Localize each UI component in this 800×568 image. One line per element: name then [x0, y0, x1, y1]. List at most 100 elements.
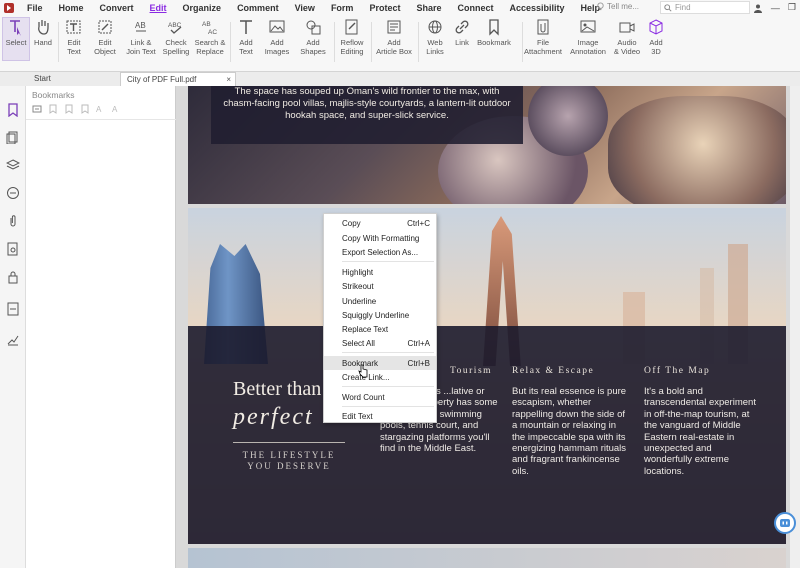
reflow-editing-button[interactable]: Reflow Editing [336, 18, 368, 56]
bookmarks-panel: Bookmarks A A [26, 86, 176, 568]
vertical-scrollbar[interactable] [790, 86, 800, 568]
bookmark-icon [489, 19, 499, 36]
edit-object-label-2: Object [94, 47, 116, 56]
context-item-replace-text[interactable]: Replace Text [324, 322, 436, 336]
edit-object-icon [98, 20, 112, 34]
image-annotation-button[interactable]: Image Annotation [566, 18, 610, 56]
web-links-button[interactable]: Web Links [420, 18, 450, 56]
close-icon[interactable]: × [226, 75, 231, 84]
link-join-text-button[interactable]: AB Link & Join Text [123, 18, 159, 56]
search-replace-button[interactable]: AB AC Search & Replace [193, 18, 227, 56]
edit-text-button[interactable]: Edit Text [60, 18, 88, 56]
context-item-copy-with-formatting[interactable]: Copy With Formatting [324, 231, 436, 245]
user-account-icon[interactable] [753, 3, 763, 13]
context-menu-separator [342, 406, 434, 407]
audio-video-button[interactable]: Audio & Video [612, 18, 642, 56]
context-item-squiggly-underline[interactable]: Squiggly Underline [324, 308, 436, 322]
comments-panel-icon[interactable] [6, 186, 20, 200]
menu-convert[interactable]: Convert [92, 3, 142, 13]
layers-panel-icon[interactable] [6, 158, 20, 172]
add-text-button[interactable]: Add Text [232, 18, 260, 56]
edit-object-label-1: Edit [98, 38, 112, 47]
svg-text:AB: AB [135, 21, 146, 30]
page-2-subtitle[interactable]: THE LIFESTYLE YOU DESERVE [233, 450, 345, 472]
menu-accessibility[interactable]: Accessibility [501, 3, 572, 13]
bookmark-options-icon[interactable] [32, 104, 42, 114]
bookmarks-panel-icon[interactable] [6, 103, 20, 117]
page-1-text-box: The space has souped up Oman's wild fron… [211, 86, 523, 144]
page-image-shape [528, 86, 608, 156]
page-1-paragraph[interactable]: The space has souped up Oman's wild fron… [211, 86, 523, 122]
expand-bookmark-icon[interactable]: A [96, 104, 106, 114]
context-item-word-count[interactable]: Word Count [324, 390, 436, 404]
audio-video-label-1: Audio [617, 38, 637, 47]
link-join-text-icon: AB [135, 21, 146, 32]
page-2-headline[interactable]: Better than [233, 378, 321, 401]
article-box-label-1: Add [387, 38, 401, 47]
menu-file[interactable]: File [19, 3, 51, 13]
menu-home[interactable]: Home [51, 3, 92, 13]
add-child-bookmark-icon[interactable] [64, 104, 74, 114]
menu-form[interactable]: Form [323, 3, 362, 13]
form-fields-icon[interactable] [6, 302, 20, 316]
edit-text-label-1: Edit [67, 38, 81, 47]
column-body[interactable]: But its real essence is pure escapism, w… [512, 386, 630, 477]
bookmark-button[interactable]: Bookmark [475, 18, 513, 47]
search-panel-icon[interactable] [6, 242, 20, 256]
column-heading[interactable]: Relax & Escape [512, 366, 630, 378]
svg-text:AB: AB [202, 21, 211, 28]
minimize-icon[interactable]: — [771, 3, 780, 13]
pages-panel-icon[interactable] [6, 130, 20, 144]
add-article-box-button[interactable]: Add Article Box [373, 18, 415, 56]
menu-comment[interactable]: Comment [229, 3, 287, 13]
context-item-create-link[interactable]: Create Link... [324, 370, 436, 384]
app-logo-icon [4, 3, 14, 13]
context-item-select-all[interactable]: Select All Ctrl+A [324, 336, 436, 350]
context-item-underline[interactable]: Underline [324, 294, 436, 308]
menu-protect[interactable]: Protect [361, 3, 408, 13]
page-2-headline-italic[interactable]: perfect [233, 404, 314, 431]
context-menu-separator [342, 261, 434, 262]
menu-view[interactable]: View [287, 3, 323, 13]
tab-document-title: City of PDF Full.pdf [127, 75, 197, 84]
menu-organize[interactable]: Organize [175, 3, 230, 13]
add-bookmark-icon[interactable] [48, 104, 58, 114]
add-shapes-button[interactable]: Add Shapes [296, 18, 330, 56]
context-item-copy[interactable]: Copy Ctrl+C [324, 216, 436, 230]
context-item-strikeout[interactable]: Strikeout [324, 279, 436, 293]
document-view[interactable]: The space has souped up Oman's wild fron… [176, 86, 800, 568]
delete-bookmark-icon[interactable] [80, 104, 90, 114]
menu-connect[interactable]: Connect [449, 3, 501, 13]
restore-icon[interactable]: ❐ [788, 2, 796, 13]
context-item-highlight[interactable]: Highlight [324, 265, 436, 279]
add-3d-button[interactable]: Add 3D [644, 18, 668, 56]
collapse-bookmark-icon[interactable]: A [112, 104, 122, 114]
link-button[interactable]: Link [450, 18, 474, 47]
ai-assistant-button[interactable] [774, 512, 796, 534]
context-item-label: Export Selection As... [342, 247, 419, 257]
context-item-export-selection[interactable]: Export Selection As... [324, 245, 436, 259]
select-tool-button[interactable]: Select [2, 17, 30, 61]
tell-me-search[interactable]: Tell me... [596, 2, 639, 11]
menu-edit[interactable]: Edit [142, 3, 175, 13]
link-label: Link [455, 38, 469, 47]
tab-start[interactable]: Start [34, 74, 51, 83]
find-input[interactable]: Find [660, 1, 750, 14]
add-images-button[interactable]: Add Images [260, 18, 294, 56]
menu-share[interactable]: Share [408, 3, 449, 13]
bookmark-label: Bookmark [477, 38, 511, 47]
check-spelling-button[interactable]: ABC Check Spelling [160, 18, 192, 56]
lock-icon[interactable] [6, 270, 20, 284]
attachments-panel-icon[interactable] [6, 214, 20, 228]
web-links-label-2: Links [426, 47, 444, 56]
context-item-edit-text[interactable]: Edit Text [324, 409, 436, 423]
edit-object-button[interactable]: Edit Object [89, 18, 121, 56]
tab-document[interactable]: City of PDF Full.pdf × [120, 72, 236, 86]
context-item-bookmark[interactable]: Bookmark Ctrl+B [324, 356, 436, 370]
add-image-icon [269, 20, 285, 33]
column-body[interactable]: It's a bold and transcendental experimen… [644, 386, 762, 477]
column-heading[interactable]: Off The Map [644, 366, 762, 378]
file-attachment-button[interactable]: File Attachment [522, 18, 564, 56]
hand-tool-button[interactable]: Hand [32, 18, 54, 47]
signature-icon[interactable] [6, 332, 20, 346]
